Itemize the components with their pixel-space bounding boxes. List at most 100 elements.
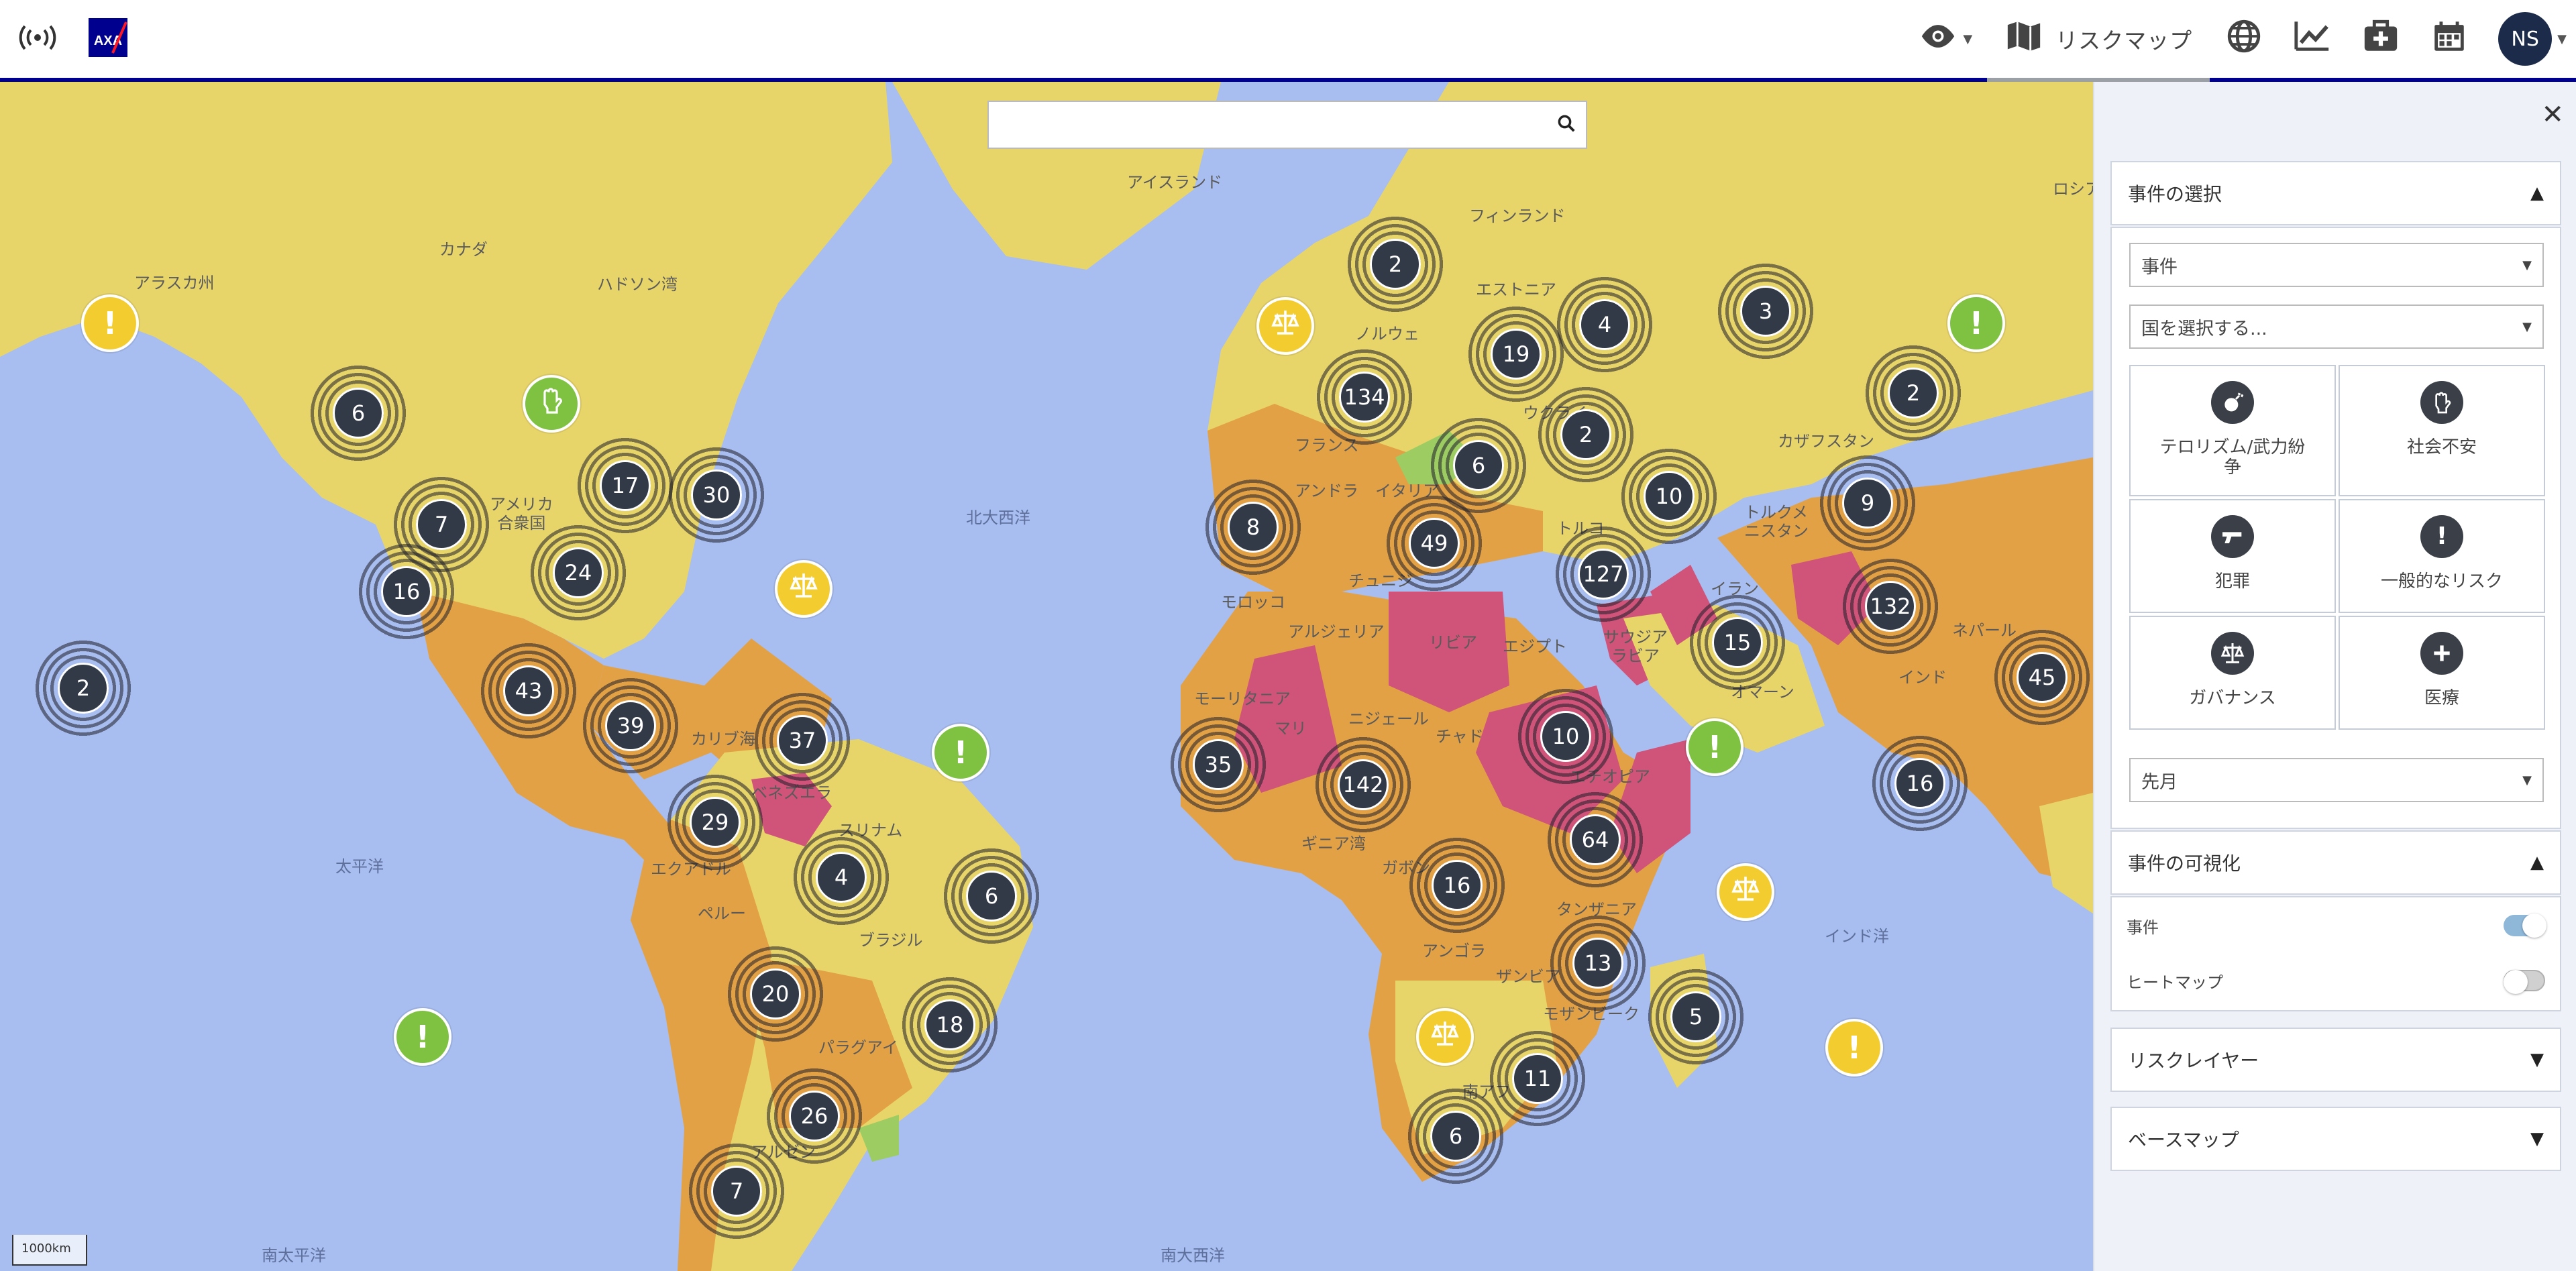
map-label-egypt: エジプト [1503,637,1567,656]
visibility-menu[interactable]: ▼ [1904,0,1987,78]
incident-cluster[interactable]: 3 [1715,261,1816,362]
scales-icon [1269,307,1301,346]
basemap-header[interactable]: ベースマップ ▼ [2110,1107,2561,1171]
incident-cluster[interactable]: 29 [665,772,765,873]
incident-cluster[interactable]: 13 [1548,913,1648,1013]
incident-cluster[interactable]: 4 [791,827,892,928]
incident-cluster[interactable]: 45 [1992,627,2092,728]
cluster-count: 17 [600,460,651,511]
incident-cluster[interactable]: 7 [686,1141,787,1241]
top-bar: AXA ▼ リスクマップ NS ▼ [0,0,2576,82]
governance-pin[interactable] [1717,863,1774,921]
incident-cluster[interactable]: 18 [900,975,1000,1075]
incident-cluster[interactable]: 20 [725,944,826,1044]
incident-type-value: 事件 [2141,256,2178,278]
tab-analytics[interactable] [2278,0,2347,78]
tab-medical[interactable] [2347,0,2415,78]
incident-cluster[interactable]: 11 [1487,1028,1588,1129]
tab-calendar[interactable] [2415,0,2483,78]
incident-cluster[interactable]: 16 [1870,733,1970,834]
scales-icon [1429,1017,1461,1057]
incident-cluster[interactable]: 6 [308,363,409,463]
incident-cluster[interactable]: 37 [752,690,853,791]
incident-cluster[interactable]: 134 [1314,347,1415,447]
category-medical[interactable]: 医療 [2339,616,2545,730]
incident-cluster[interactable]: 10 [1515,686,1616,787]
incident-cluster[interactable]: 16 [1407,835,1507,936]
tab-globe[interactable] [2210,0,2278,78]
general-risk-pin[interactable]: ! [932,724,989,781]
incident-cluster[interactable]: 2 [33,638,133,738]
incident-cluster[interactable]: 43 [478,641,579,741]
incident-cluster[interactable]: 5 [1646,966,1746,1067]
category-governance[interactable]: ガバナンス [2129,616,2336,730]
incident-cluster[interactable]: 4 [1554,274,1655,375]
period-select[interactable]: 先月 ▼ [2129,758,2544,802]
general-risk-pin[interactable]: ! [81,294,139,352]
general-risk-pin[interactable]: ! [394,1008,451,1066]
heatmap-toggle[interactable] [2504,970,2545,994]
category-crime[interactable]: 犯罪 [2129,499,2336,613]
incident-cluster[interactable]: 142 [1313,734,1413,835]
cluster-count: 45 [2017,652,2068,703]
country-select[interactable]: 国を選択する... ▼ [2129,305,2544,349]
general-risk-pin[interactable]: ! [1825,1019,1883,1076]
incident-cluster[interactable]: 39 [580,675,681,776]
map-label-canada: カナダ [439,240,488,259]
incident-cluster[interactable]: 9 [1817,453,1918,553]
incident-cluster[interactable]: 10 [1619,446,1719,547]
incident-cluster[interactable]: 26 [764,1066,865,1166]
category-general-risk[interactable]: ! 一般的なリスク [2339,499,2545,613]
map-label-algeria: アルジェリア [1288,622,1385,641]
incident-cluster[interactable]: 127 [1553,524,1654,624]
broadcast-icon[interactable] [16,24,59,54]
incident-cluster[interactable]: 19 [1466,304,1566,404]
general-risk-pin[interactable]: ! [1686,718,1743,776]
category-label: 社会不安 [2406,437,2477,457]
incident-cluster[interactable]: 6 [1405,1086,1506,1186]
visualization-title: 事件の可視化 [2128,852,2241,875]
map-label-finland: フィンランド [1469,207,1566,225]
cluster-count: 132 [1865,581,1916,632]
incident-cluster[interactable]: 132 [1840,556,1941,657]
chevron-down-icon: ▼ [2522,258,2532,272]
general-risk-pin[interactable]: ! [1947,294,2005,352]
incident-selection-header[interactable]: 事件の選択 ▲ [2110,161,2561,225]
incident-type-select[interactable]: 事件 ▼ [2129,243,2544,287]
search-icon[interactable] [1556,113,1576,136]
incident-cluster[interactable]: 17 [575,435,676,536]
incident-cluster[interactable]: 24 [528,522,629,623]
tab-risk-map[interactable]: リスクマップ [1987,0,2210,82]
incident-cluster[interactable]: 6 [941,846,1042,946]
incident-cluster[interactable]: 64 [1545,789,1646,890]
search-input[interactable] [989,102,1539,148]
exclamation-icon: ! [103,305,117,341]
category-social-unrest[interactable]: 社会不安 [2339,365,2545,496]
cluster-count: 16 [381,566,432,617]
chevron-down-icon: ▼ [2522,319,2532,334]
risk-map[interactable]: カナダ アラスカ州 ハドソン湾 アメリカ 合衆国 北大西洋 カリブ海 太平洋 南… [0,82,2093,1271]
close-icon[interactable]: ✕ [2541,99,2564,130]
user-menu[interactable]: NS ▼ [2483,0,2576,78]
incident-cluster[interactable]: 2 [1536,384,1636,485]
risk-layer-header[interactable]: リスクレイヤー ▼ [2110,1028,2561,1092]
incidents-toggle[interactable] [2504,914,2546,938]
incident-cluster[interactable]: 30 [666,445,767,545]
map-label-chad: チャド [1436,727,1484,746]
incident-cluster[interactable]: 16 [356,541,457,642]
map-label-alaska: アラスカ州 [134,274,215,292]
globe-icon [2224,17,2263,62]
incident-cluster[interactable]: 8 [1203,477,1303,577]
incident-cluster[interactable]: 2 [1345,214,1446,315]
governance-pin[interactable] [1416,1008,1474,1066]
governance-pin[interactable] [775,560,833,618]
visualization-header[interactable]: 事件の可視化 ▲ [2110,830,2561,895]
incident-cluster[interactable]: 15 [1687,592,1788,693]
incident-cluster[interactable]: 2 [1863,343,1964,443]
axa-logo[interactable]: AXA [89,18,127,60]
incident-cluster[interactable]: 35 [1168,714,1269,815]
incident-cluster[interactable]: 49 [1384,493,1485,594]
social-unrest-pin[interactable] [523,375,580,433]
category-terrorism[interactable]: テロリズム/武力紛争 [2129,365,2336,496]
governance-pin[interactable] [1256,297,1314,355]
